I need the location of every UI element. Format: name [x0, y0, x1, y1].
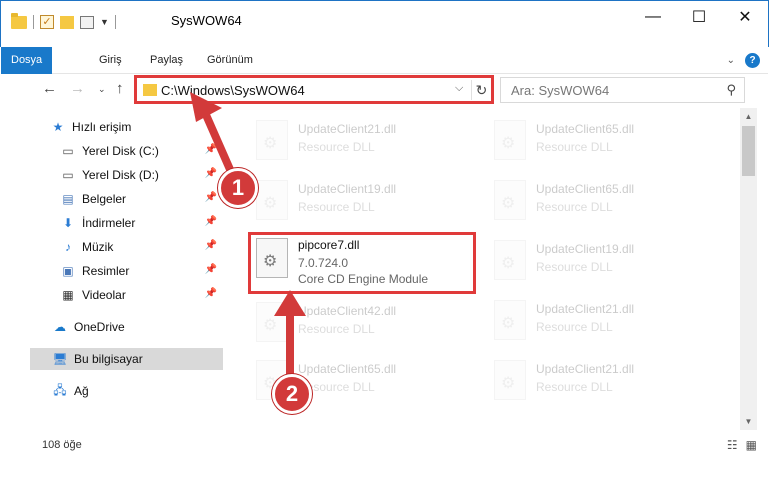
step-1-badge: 1	[218, 168, 258, 208]
arrow-to-address-bar	[199, 104, 236, 178]
step-2-badge: 2	[272, 374, 312, 414]
annotation-arrows	[190, 92, 306, 382]
arrowhead-file	[274, 290, 306, 316]
